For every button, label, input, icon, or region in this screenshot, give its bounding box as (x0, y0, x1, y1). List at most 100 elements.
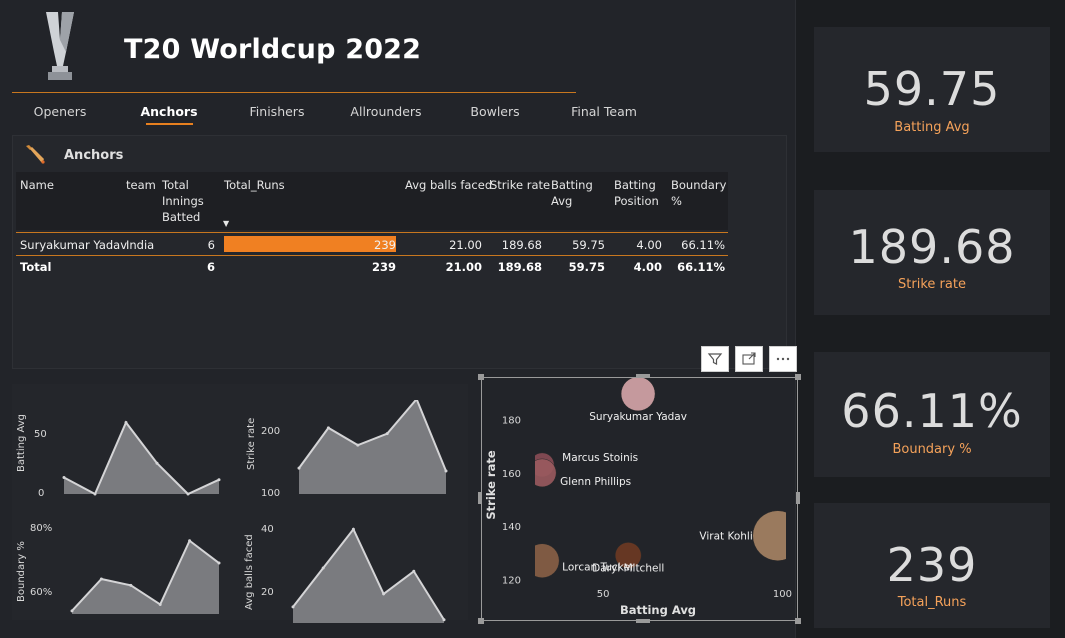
column-header-name[interactable]: Name (20, 177, 54, 193)
chart3-tick: 60% (30, 587, 53, 598)
kpi-card-strike-rate: 189.68 Strike rate (814, 190, 1050, 315)
kpi-card-boundary: 66.11% Boundary % (814, 352, 1050, 477)
focus-mode-button[interactable] (735, 346, 763, 372)
column-header-batting-avg[interactable]: Batting Avg (551, 177, 601, 209)
batting-avg-area-chart[interactable] (60, 400, 225, 500)
kpi-label: Strike rate (898, 277, 966, 292)
x-tick-label: 100 (773, 589, 792, 600)
point-label: Lorcan Tucker (562, 562, 635, 574)
boundary-area-chart[interactable] (60, 522, 225, 622)
data-point (124, 421, 128, 424)
cell-runs: 239 (374, 238, 396, 252)
active-tab-indicator (146, 123, 193, 125)
scatter-point (535, 543, 560, 578)
data-point (186, 492, 190, 496)
avg-balls-area-chart[interactable] (285, 520, 450, 625)
kpi-label: Batting Avg (894, 120, 970, 135)
cell-team: India (126, 238, 155, 252)
strike-rate-vs-batting-avg-scatter[interactable]: 180 160 140 120 50 100 Batting Avg Strike rate S… (482, 378, 797, 620)
chart4-tick: 40 (261, 524, 274, 535)
scatter-point (620, 378, 656, 412)
column-header-batting-position[interactable]: Batting Position (614, 177, 664, 209)
data-point (351, 527, 355, 531)
page-title: T20 Worldcup 2022 (124, 34, 422, 65)
strike-rate-area-chart[interactable] (295, 400, 450, 500)
panel-title: Anchors (64, 148, 124, 163)
column-header-boundary[interactable]: Boundary % (671, 177, 727, 209)
tab-bowlers[interactable]: Bowlers (470, 104, 519, 119)
y-tick-label: 160 (502, 469, 521, 480)
kpi-card-batting-avg: 59.75 Batting Avg (814, 27, 1050, 152)
filter-icon (707, 353, 723, 365)
column-header-avg-balls[interactable]: Avg balls faced (405, 177, 492, 193)
x-axis-label: Batting Avg (620, 603, 696, 617)
data-point (412, 569, 416, 573)
data-point (356, 443, 360, 447)
data-point (62, 476, 66, 479)
tab-final-team[interactable]: Final Team (571, 104, 637, 119)
chart4-ylabel: Avg balls faced (244, 534, 255, 610)
column-header-strike-rate[interactable]: Strike rate (490, 177, 550, 193)
total-avg-balls: 21.00 (445, 260, 482, 274)
total-divider (16, 255, 728, 256)
ellipsis-icon (776, 357, 790, 361)
x-tick-label: 50 (597, 589, 610, 600)
area-fill (72, 540, 219, 614)
total-runs: 239 (371, 260, 396, 274)
chart2-tick: 200 (261, 426, 281, 437)
data-point (188, 539, 192, 543)
data-point (442, 618, 446, 622)
tab-finishers[interactable]: Finishers (250, 104, 305, 119)
cell-avg-balls: 21.00 (449, 238, 482, 252)
cell-position: 4.00 (636, 238, 662, 252)
total-strike-rate: 189.68 (497, 260, 542, 274)
kpi-label: Boundary % (892, 442, 972, 457)
filter-button[interactable] (701, 346, 729, 372)
column-header-total-runs[interactable]: Total_Runs (224, 177, 285, 193)
cell-strike-rate: 189.68 (501, 238, 542, 252)
tab-openers[interactable]: Openers (34, 104, 87, 119)
total-label: Total (20, 260, 52, 274)
data-point (70, 609, 74, 613)
data-point (99, 577, 103, 581)
cell-boundary: 66.11% (681, 238, 725, 252)
data-point (382, 592, 386, 596)
tab-allrounders[interactable]: Allrounders (350, 104, 421, 119)
cell-name: Suryakumar Yadav (20, 238, 128, 252)
scatter-point (535, 458, 557, 488)
chart1-tick: 0 (38, 488, 45, 499)
more-options-button[interactable] (769, 346, 797, 372)
point-label: Suryakumar Yadav (589, 411, 687, 423)
scatter-point (752, 510, 786, 561)
data-point (155, 461, 159, 465)
total-innings: 6 (206, 260, 215, 274)
chart4-tick: 20 (261, 587, 274, 598)
point-label: Virat Kohli (699, 531, 752, 543)
data-point (129, 583, 133, 587)
anchors-table-panel (12, 135, 787, 369)
data-point (93, 492, 97, 496)
cell-innings: 6 (207, 238, 215, 252)
chart1-ylabel: Batting Avg (16, 414, 27, 472)
data-point (321, 566, 325, 570)
trophy-icon (46, 12, 74, 80)
kpi-card-total-runs: 239 Total_Runs (814, 503, 1050, 628)
chart2-ylabel: Strike rate (246, 417, 257, 470)
data-point (297, 466, 301, 470)
expand-icon (742, 352, 756, 365)
total-boundary: 66.11% (677, 260, 725, 274)
data-point (326, 426, 330, 430)
column-header-team[interactable]: team (126, 177, 156, 193)
kpi-value: 239 (886, 538, 978, 592)
total-batting-avg: 59.75 (568, 260, 605, 274)
data-point (291, 605, 295, 609)
sort-descending-icon[interactable]: ▼ (223, 219, 229, 228)
cell-batting-avg: 59.75 (572, 238, 605, 252)
column-header-innings[interactable]: Total Innings Batted (162, 177, 212, 225)
row-divider (16, 232, 728, 233)
kpi-value: 66.11% (841, 384, 1023, 438)
y-axis-label: Strike rate (484, 450, 498, 519)
tab-anchors[interactable]: Anchors (140, 104, 197, 119)
kpi-value: 59.75 (863, 62, 1001, 116)
y-tick-label: 140 (502, 522, 521, 533)
